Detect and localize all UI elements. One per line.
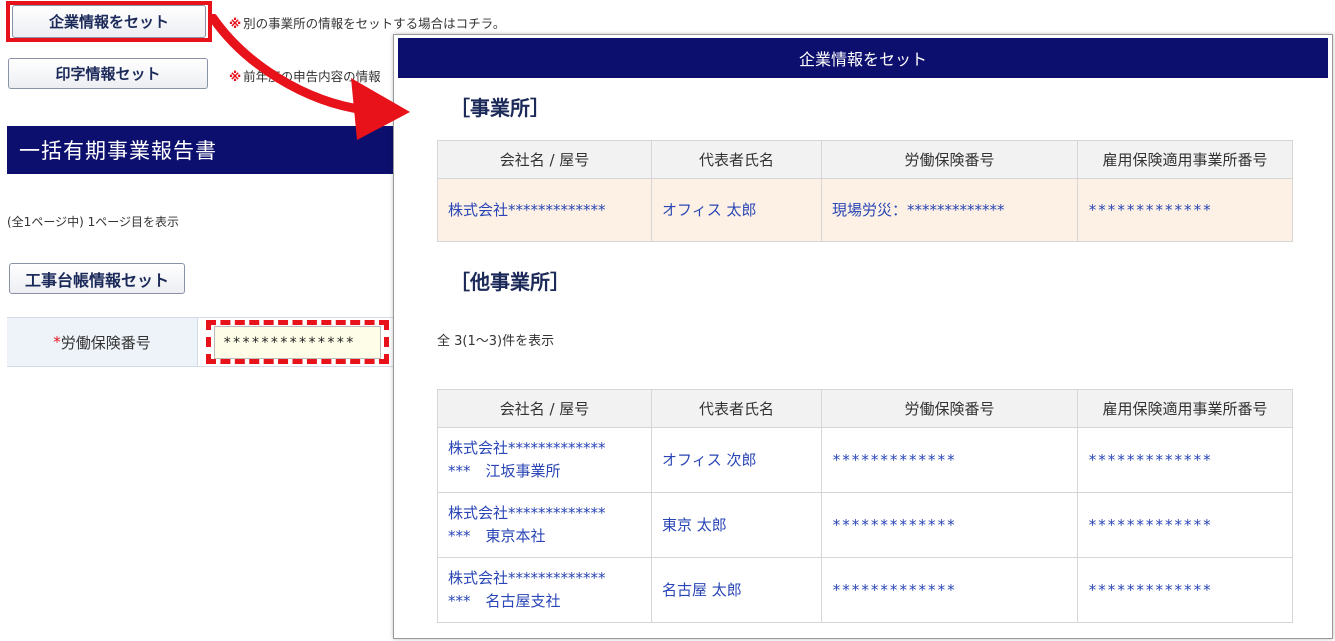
table-row[interactable]: 株式会社************* オフィス 太郎 現場労災：*********… [437, 178, 1293, 242]
note-text: 前年度の申告内容の情報 [243, 69, 381, 84]
table-row[interactable]: 株式会社************* *** 東京本社 東京 太郎 ********… [437, 492, 1293, 558]
column-header: 代表者氏名 [651, 389, 822, 428]
company-name-line: *** 東京本社 [448, 527, 546, 545]
company-name-cell[interactable]: 株式会社************* *** 名古屋支社 [437, 557, 652, 623]
representative-cell[interactable]: オフィス 次郎 [651, 427, 822, 493]
other-offices-heading: ［他事業所］ [450, 270, 570, 294]
note-mark: ※ [229, 16, 242, 31]
table-row[interactable]: 株式会社************* *** 名古屋支社 名古屋 太郎 ******… [437, 557, 1293, 623]
labor-insurance-row: * 労働保険番号 ************** [7, 317, 393, 367]
print-set-button[interactable]: 印字情報セット [8, 58, 208, 89]
koji-set-button[interactable]: 工事台帳情報セット [9, 263, 185, 294]
labor-insurance-label: * 労働保険番号 [7, 318, 198, 366]
column-header: 代表者氏名 [651, 140, 822, 179]
column-header: 会社名 / 屋号 [437, 140, 652, 179]
column-header: 労働保険番号 [821, 140, 1078, 179]
labor-number-cell[interactable]: ************* [821, 492, 1078, 558]
modal-title: 企業情報をセット [398, 38, 1328, 78]
column-header: 会社名 / 屋号 [437, 389, 652, 428]
representative-cell[interactable]: 東京 太郎 [651, 492, 822, 558]
representative-cell[interactable]: 名古屋 太郎 [651, 557, 822, 623]
required-mark: * [53, 333, 61, 351]
company-select-modal: 企業情報をセット ［事業所］ 会社名 / 屋号 代表者氏名 労働保険番号 雇用保… [393, 34, 1333, 639]
main-office-heading: ［事業所］ [450, 96, 550, 120]
employment-number-cell[interactable]: ************* [1077, 427, 1293, 493]
column-header: 労働保険番号 [821, 389, 1078, 428]
company-name-cell[interactable]: 株式会社************* *** 江坂事業所 [437, 427, 652, 493]
labor-number-cell[interactable]: ************* [821, 557, 1078, 623]
representative-cell[interactable]: オフィス 太郎 [651, 178, 822, 242]
company-name-cell[interactable]: 株式会社************* [437, 178, 652, 242]
table-header-row: 会社名 / 屋号 代表者氏名 労働保険番号 雇用保険適用事業所番号 [437, 140, 1293, 179]
table-row[interactable]: 株式会社************* *** 江坂事業所 オフィス 次郎 *****… [437, 427, 1293, 493]
employment-number-cell[interactable]: ************* [1077, 557, 1293, 623]
note-mark: ※ [229, 69, 242, 84]
other-offices-table: 会社名 / 屋号 代表者氏名 労働保険番号 雇用保険適用事業所番号 株式会社**… [437, 389, 1293, 623]
employment-number-cell[interactable]: ************* [1077, 492, 1293, 558]
company-set-note: ※ 別の事業所の情報をセットする場合はコチラ。 [229, 13, 505, 32]
note-text: 別の事業所の情報をセットする場合はコチラ。 [243, 16, 506, 31]
labor-number-cell[interactable]: ************* [821, 427, 1078, 493]
company-name-line: *** 名古屋支社 [448, 592, 561, 610]
company-name-line: 株式会社************* [448, 569, 606, 587]
input-highlight-frame [206, 320, 389, 364]
company-name-line: 株式会社************* [448, 504, 606, 522]
main-office-table: 会社名 / 屋号 代表者氏名 労働保険番号 雇用保険適用事業所番号 株式会社**… [437, 140, 1293, 242]
column-header: 雇用保険適用事業所番号 [1077, 389, 1293, 428]
page-title: 一括有期事業報告書 [7, 126, 397, 174]
print-set-note: ※ 前年度の申告内容の情報 [229, 66, 381, 85]
employment-number-cell[interactable]: ************* [1077, 178, 1293, 242]
table-header-row: 会社名 / 屋号 代表者氏名 労働保険番号 雇用保険適用事業所番号 [437, 389, 1293, 428]
company-set-button[interactable]: 企業情報をセット [12, 5, 206, 38]
labor-insurance-label-text: 労働保険番号 [60, 333, 151, 352]
company-name-cell[interactable]: 株式会社************* *** 東京本社 [437, 492, 652, 558]
pager-text: (全1ページ中) 1ページ目を表示 [7, 215, 179, 229]
column-header: 雇用保険適用事業所番号 [1077, 140, 1293, 179]
result-count: 全 3(1〜3)件を表示 [437, 334, 555, 349]
company-name-line: 株式会社************* [448, 439, 606, 457]
labor-number-cell[interactable]: 現場労災：************* [821, 178, 1078, 242]
company-name-line: *** 江坂事業所 [448, 462, 561, 480]
